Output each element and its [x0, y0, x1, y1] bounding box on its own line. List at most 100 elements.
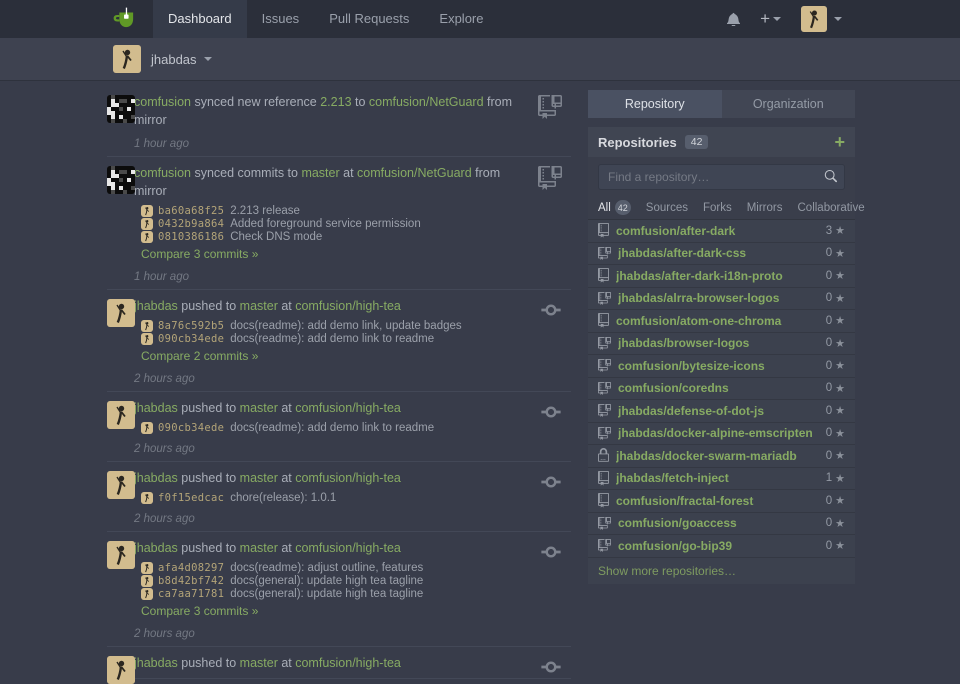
- search-icon[interactable]: [824, 170, 837, 183]
- repository-row[interactable]: comfusion/atom-one-chroma0★: [588, 310, 855, 333]
- compare-commits-link[interactable]: Compare 2 commits »: [141, 349, 531, 364]
- feed-link[interactable]: master: [301, 166, 339, 180]
- committer-avatar[interactable]: [141, 492, 153, 504]
- repository-row[interactable]: comfusion/after-dark3★: [588, 220, 855, 243]
- chevron-down-icon[interactable]: [204, 57, 212, 61]
- actor-avatar[interactable]: [107, 95, 135, 123]
- feed-link[interactable]: comfusion/NetGuard: [369, 95, 484, 109]
- commit-sha[interactable]: 090cb34ede: [158, 333, 224, 345]
- repository-name[interactable]: jhabdas/browser-logos: [618, 336, 826, 350]
- nav-item-pull-requests[interactable]: Pull Requests: [314, 0, 424, 38]
- feed-link[interactable]: comfusion/high-tea: [295, 471, 401, 485]
- commit-sha[interactable]: 0432b9a864: [158, 218, 224, 230]
- committer-avatar[interactable]: [141, 588, 153, 600]
- actor-avatar[interactable]: [107, 299, 135, 327]
- repo-filter-collaborative[interactable]: Collaborative: [798, 202, 865, 214]
- create-new-button[interactable]: +: [760, 9, 781, 29]
- repo-filter-sources[interactable]: Sources: [646, 202, 688, 214]
- compare-commits-link[interactable]: Compare 3 commits »: [141, 604, 531, 619]
- repository-name[interactable]: jhabdas/defense-of-dot-js: [618, 404, 826, 418]
- repository-row[interactable]: jhabdas/defense-of-dot-js0★: [588, 400, 855, 423]
- repository-row[interactable]: comfusion/go-bip390★: [588, 535, 855, 558]
- feed-link[interactable]: jhabdas: [134, 541, 178, 555]
- repository-row[interactable]: jhabdas/browser-logos0★: [588, 333, 855, 356]
- add-repository-button[interactable]: +: [834, 133, 845, 151]
- commit-sha[interactable]: ca7aa71781: [158, 588, 224, 600]
- feed-link[interactable]: master: [240, 299, 278, 313]
- feed-link[interactable]: comfusion/high-tea: [295, 541, 401, 555]
- repository-row[interactable]: comfusion/goaccess0★: [588, 513, 855, 536]
- feed-link[interactable]: master: [240, 656, 278, 670]
- repository-name[interactable]: comfusion/fractal-forest: [616, 494, 826, 508]
- actor-avatar[interactable]: [107, 471, 135, 499]
- repo-filter-forks[interactable]: Forks: [703, 202, 732, 214]
- repository-row[interactable]: comfusion/fractal-forest0★: [588, 490, 855, 513]
- feed-link[interactable]: comfusion: [134, 166, 191, 180]
- repository-row[interactable]: comfusion/coredns0★: [588, 378, 855, 401]
- committer-avatar[interactable]: [141, 231, 153, 243]
- feed-link[interactable]: comfusion/high-tea: [295, 401, 401, 415]
- feed-link[interactable]: comfusion: [134, 95, 191, 109]
- committer-avatar[interactable]: [141, 562, 153, 574]
- user-avatar[interactable]: [801, 6, 827, 32]
- actor-avatar[interactable]: [107, 166, 135, 194]
- commit-sha[interactable]: 0810386186: [158, 231, 224, 243]
- repository-row[interactable]: comfusion/bytesize-icons0★: [588, 355, 855, 378]
- repository-name[interactable]: jhabdas/docker-alpine-emscripten: [618, 426, 826, 440]
- repository-name[interactable]: jhabdas/alrra-browser-logos: [618, 291, 826, 305]
- repository-row[interactable]: jhabdas/fetch-inject1★: [588, 468, 855, 491]
- committer-avatar[interactable]: [141, 575, 153, 587]
- repo-filter-all[interactable]: All42: [598, 200, 631, 215]
- commit-sha[interactable]: ba60a68f25: [158, 205, 224, 217]
- repository-name[interactable]: jhabdas/after-dark-css: [618, 246, 826, 260]
- repository-name[interactable]: jhabdas/docker-swarm-mariadb: [616, 449, 826, 463]
- panel-tab-repository[interactable]: Repository: [588, 90, 722, 118]
- committer-avatar[interactable]: [141, 422, 153, 434]
- feed-link[interactable]: master: [240, 471, 278, 485]
- feed-link[interactable]: comfusion/high-tea: [295, 656, 401, 670]
- commit-sha[interactable]: b8d42bf742: [158, 575, 224, 587]
- actor-avatar[interactable]: [107, 401, 135, 429]
- actor-avatar[interactable]: [107, 656, 135, 684]
- feed-link[interactable]: jhabdas: [134, 401, 178, 415]
- committer-avatar[interactable]: [141, 218, 153, 230]
- feed-link[interactable]: jhabdas: [134, 656, 178, 670]
- repository-name[interactable]: jhabdas/after-dark-i18n-proto: [616, 269, 826, 283]
- repository-name[interactable]: comfusion/bytesize-icons: [618, 359, 826, 373]
- commit-sha[interactable]: 090cb34ede: [158, 422, 224, 434]
- repository-search-input[interactable]: [598, 164, 845, 190]
- repository-name[interactable]: comfusion/atom-one-chroma: [616, 314, 826, 328]
- repository-row[interactable]: jhabdas/alrra-browser-logos0★: [588, 288, 855, 311]
- feed-link[interactable]: 2.213: [320, 95, 351, 109]
- repository-name[interactable]: comfusion/after-dark: [616, 224, 826, 238]
- actor-avatar[interactable]: [107, 541, 135, 569]
- committer-avatar[interactable]: [141, 333, 153, 345]
- commit-sha[interactable]: afa4d08297: [158, 562, 224, 574]
- repository-row[interactable]: jhabdas/after-dark-css0★: [588, 243, 855, 266]
- nav-item-dashboard[interactable]: Dashboard: [153, 0, 247, 38]
- feed-link[interactable]: jhabdas: [134, 299, 178, 313]
- repository-row[interactable]: jhabdas/docker-alpine-emscripten0★: [588, 423, 855, 446]
- commit-sha[interactable]: 8a76c592b5: [158, 320, 224, 332]
- user-menu[interactable]: [801, 6, 842, 32]
- commit-sha[interactable]: f0f15edcac: [158, 492, 224, 504]
- nav-item-explore[interactable]: Explore: [424, 0, 498, 38]
- context-avatar[interactable]: [113, 45, 141, 73]
- bell-icon[interactable]: [727, 12, 740, 27]
- committer-avatar[interactable]: [141, 205, 153, 217]
- feed-link[interactable]: master: [240, 401, 278, 415]
- repository-row[interactable]: jhabdas/docker-swarm-mariadb0★: [588, 445, 855, 468]
- context-user-name[interactable]: jhabdas: [151, 52, 197, 67]
- repo-filter-mirrors[interactable]: Mirrors: [747, 202, 783, 214]
- committer-avatar[interactable]: [141, 320, 153, 332]
- feed-link[interactable]: comfusion/NetGuard: [357, 166, 472, 180]
- repository-name[interactable]: comfusion/go-bip39: [618, 539, 826, 553]
- feed-link[interactable]: master: [240, 541, 278, 555]
- feed-link[interactable]: jhabdas: [134, 471, 178, 485]
- repository-name[interactable]: jhabdas/fetch-inject: [616, 471, 826, 485]
- feed-link[interactable]: comfusion/high-tea: [295, 299, 401, 313]
- compare-commits-link[interactable]: Compare 3 commits »: [141, 247, 531, 262]
- repository-name[interactable]: comfusion/goaccess: [618, 516, 826, 530]
- panel-tab-organization[interactable]: Organization: [722, 90, 856, 118]
- repository-row[interactable]: jhabdas/after-dark-i18n-proto0★: [588, 265, 855, 288]
